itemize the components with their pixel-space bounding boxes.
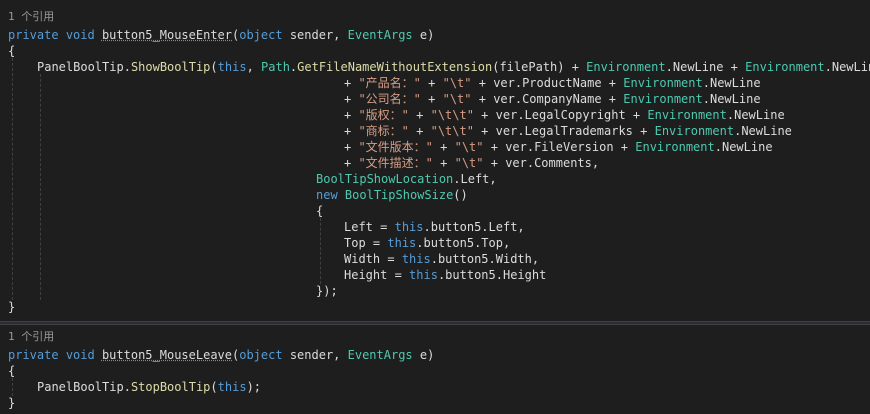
code-line-call: PanelBoolTip.StopBoolTip(this);	[37, 380, 262, 394]
code-text: );	[246, 380, 262, 394]
param-type: EventArgs	[347, 348, 413, 362]
access-modifier: private	[8, 348, 59, 362]
param-name: e)	[412, 348, 435, 362]
param-name: sender,	[282, 348, 348, 362]
param-type: object	[239, 348, 283, 362]
this-keyword: this	[217, 380, 247, 394]
indent-guide	[12, 378, 13, 396]
open-brace: {	[8, 364, 16, 378]
codelens-references[interactable]: 1 个引用	[8, 329, 54, 345]
close-brace: }	[8, 396, 16, 410]
method-signature: private void button5_MouseLeave(object s…	[8, 348, 435, 362]
identifier: PanelBoolTip	[37, 380, 124, 394]
method-block-mouse-leave: 1 个引用 private void button5_MouseLeave(ob…	[0, 0, 870, 414]
return-type: void	[65, 348, 95, 362]
code-editor[interactable]: 1 个引用 private void button5_MouseEnter(ob…	[0, 0, 870, 414]
method-call: StopBoolTip	[130, 380, 211, 394]
method-name[interactable]: button5_MouseLeave	[102, 348, 232, 362]
